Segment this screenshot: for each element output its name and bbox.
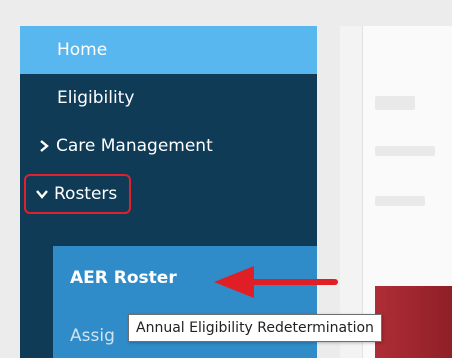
submenu-item-label: AER Roster	[70, 268, 177, 288]
sidebar-item-care-management[interactable]: Care Management	[20, 122, 317, 170]
submenu-item-label: Assig	[70, 326, 115, 346]
content-placeholder	[375, 96, 415, 110]
sidebar-nav: Home Eligibility Care Management Rosters	[20, 26, 317, 246]
chevron-down-icon	[36, 189, 48, 199]
tooltip-text: Annual Eligibility Redetermination	[136, 320, 374, 336]
sidebar-item-label: Home	[57, 40, 108, 60]
submenu-item-assign[interactable]: Assig	[70, 326, 115, 346]
content-placeholder	[375, 146, 435, 156]
sidebar-item-label: Care Management	[56, 136, 213, 156]
highlight-box: Rosters	[24, 174, 132, 214]
content-placeholder	[375, 196, 425, 206]
sidebar-item-label: Rosters	[54, 184, 118, 204]
chevron-right-icon	[38, 140, 50, 152]
content-banner	[375, 286, 452, 358]
sidebar-item-rosters[interactable]: Rosters	[20, 170, 317, 218]
screen: Home Eligibility Care Management Rosters…	[0, 0, 452, 358]
tooltip: Annual Eligibility Redetermination	[128, 314, 382, 342]
submenu-item-aer-roster[interactable]: AER Roster	[70, 268, 177, 288]
sidebar-item-eligibility[interactable]: Eligibility	[20, 74, 317, 122]
sidebar-item-home[interactable]: Home	[20, 26, 317, 74]
sidebar-item-label: Eligibility	[57, 88, 135, 108]
